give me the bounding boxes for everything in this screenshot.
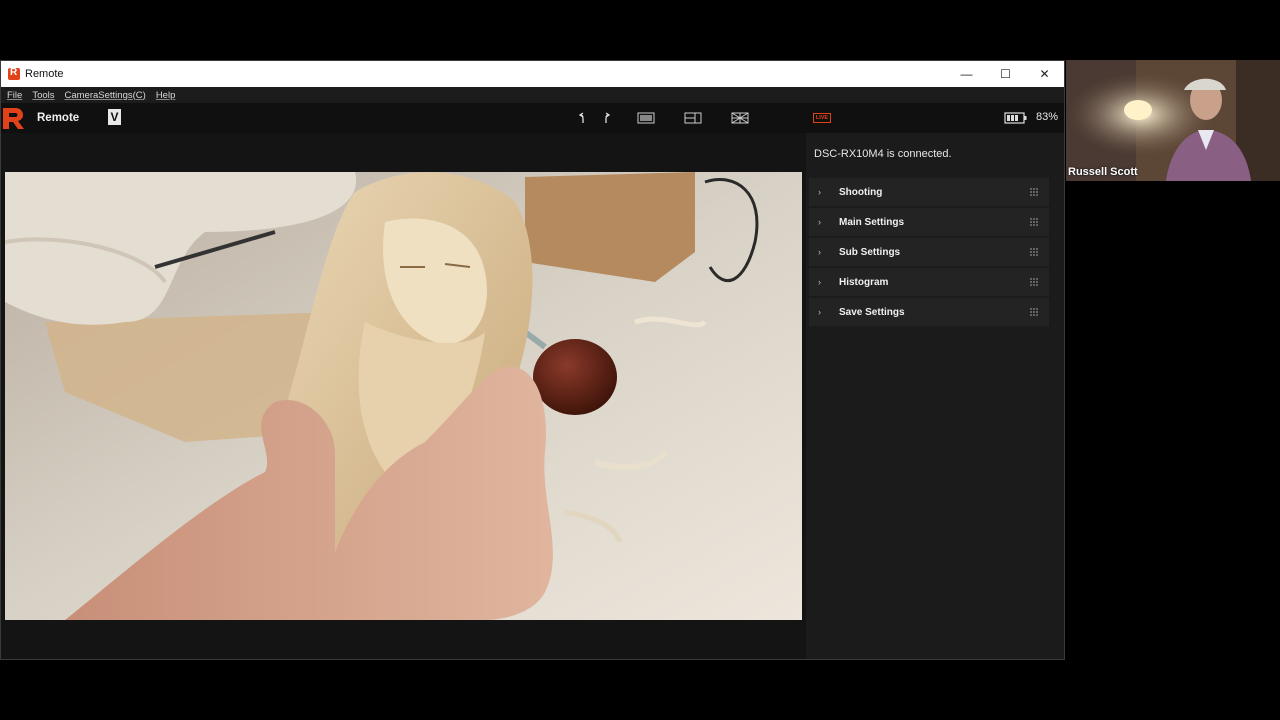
screen: Remote — ☐ ✕ File Tools CameraSettings(C… [0,0,1280,720]
drag-handle-icon[interactable] [1029,187,1039,197]
chevron-right-icon: › [818,277,821,287]
section-sub-settings[interactable]: › Sub Settings [809,238,1049,266]
toolbar: Remote V LIVE 83% [1,103,1064,133]
single-view-icon[interactable] [637,110,655,126]
minimize-button[interactable]: — [947,61,986,87]
menu-tools[interactable]: Tools [32,90,54,101]
chevron-right-icon: › [818,247,821,257]
settings-panel: DSC-RX10M4 is connected. › Shooting › Ma… [806,133,1064,659]
section-save-settings[interactable]: › Save Settings [809,298,1049,326]
section-label: Sub Settings [839,246,901,258]
menu-file[interactable]: File [7,90,22,101]
drag-handle-icon[interactable] [1029,247,1039,257]
rotate-right-icon[interactable] [600,110,616,126]
section-label: Shooting [839,186,883,198]
maximize-button[interactable]: ☐ [986,61,1025,87]
remote-app-window: Remote — ☐ ✕ File Tools CameraSettings(C… [0,60,1065,660]
battery-level: 83% [1035,111,1058,123]
drag-handle-icon[interactable] [1029,217,1039,227]
rotate-left-icon[interactable] [573,110,589,126]
split-view-icon[interactable] [684,110,702,126]
title-bar: Remote — ☐ ✕ [1,61,1064,87]
menu-camera-settings[interactable]: CameraSettings(C) [65,90,146,101]
window-title: Remote [25,68,64,80]
section-main-settings[interactable]: › Main Settings [809,208,1049,236]
battery-icon [1004,110,1028,126]
drag-handle-icon[interactable] [1029,277,1039,287]
participant-name: Russell Scott [1068,166,1138,178]
menu-help[interactable]: Help [156,90,176,101]
app-logo-icon [8,67,20,80]
grid-view-icon[interactable] [731,110,749,126]
menu-bar: File Tools CameraSettings(C) Help [1,87,1064,103]
chevron-right-icon: › [818,187,821,197]
webcam-tile[interactable]: Russell Scott [1066,60,1280,181]
section-shooting[interactable]: › Shooting [809,178,1049,206]
section-histogram[interactable]: › Histogram [809,268,1049,296]
close-button[interactable]: ✕ [1025,61,1064,87]
v-mode-icon[interactable]: V [108,109,121,125]
drag-handle-icon[interactable] [1029,307,1039,317]
chevron-right-icon: › [818,307,821,317]
section-label: Histogram [839,276,889,288]
section-label: Main Settings [839,216,905,228]
camera-live-view[interactable] [5,172,802,620]
section-label: Save Settings [839,306,905,318]
remote-logo-icon [1,105,27,131]
connection-status: DSC-RX10M4 is connected. [814,148,952,160]
chevron-right-icon: › [818,217,821,227]
live-icon: LIVE [813,113,831,123]
mode-label: Remote [37,112,80,124]
